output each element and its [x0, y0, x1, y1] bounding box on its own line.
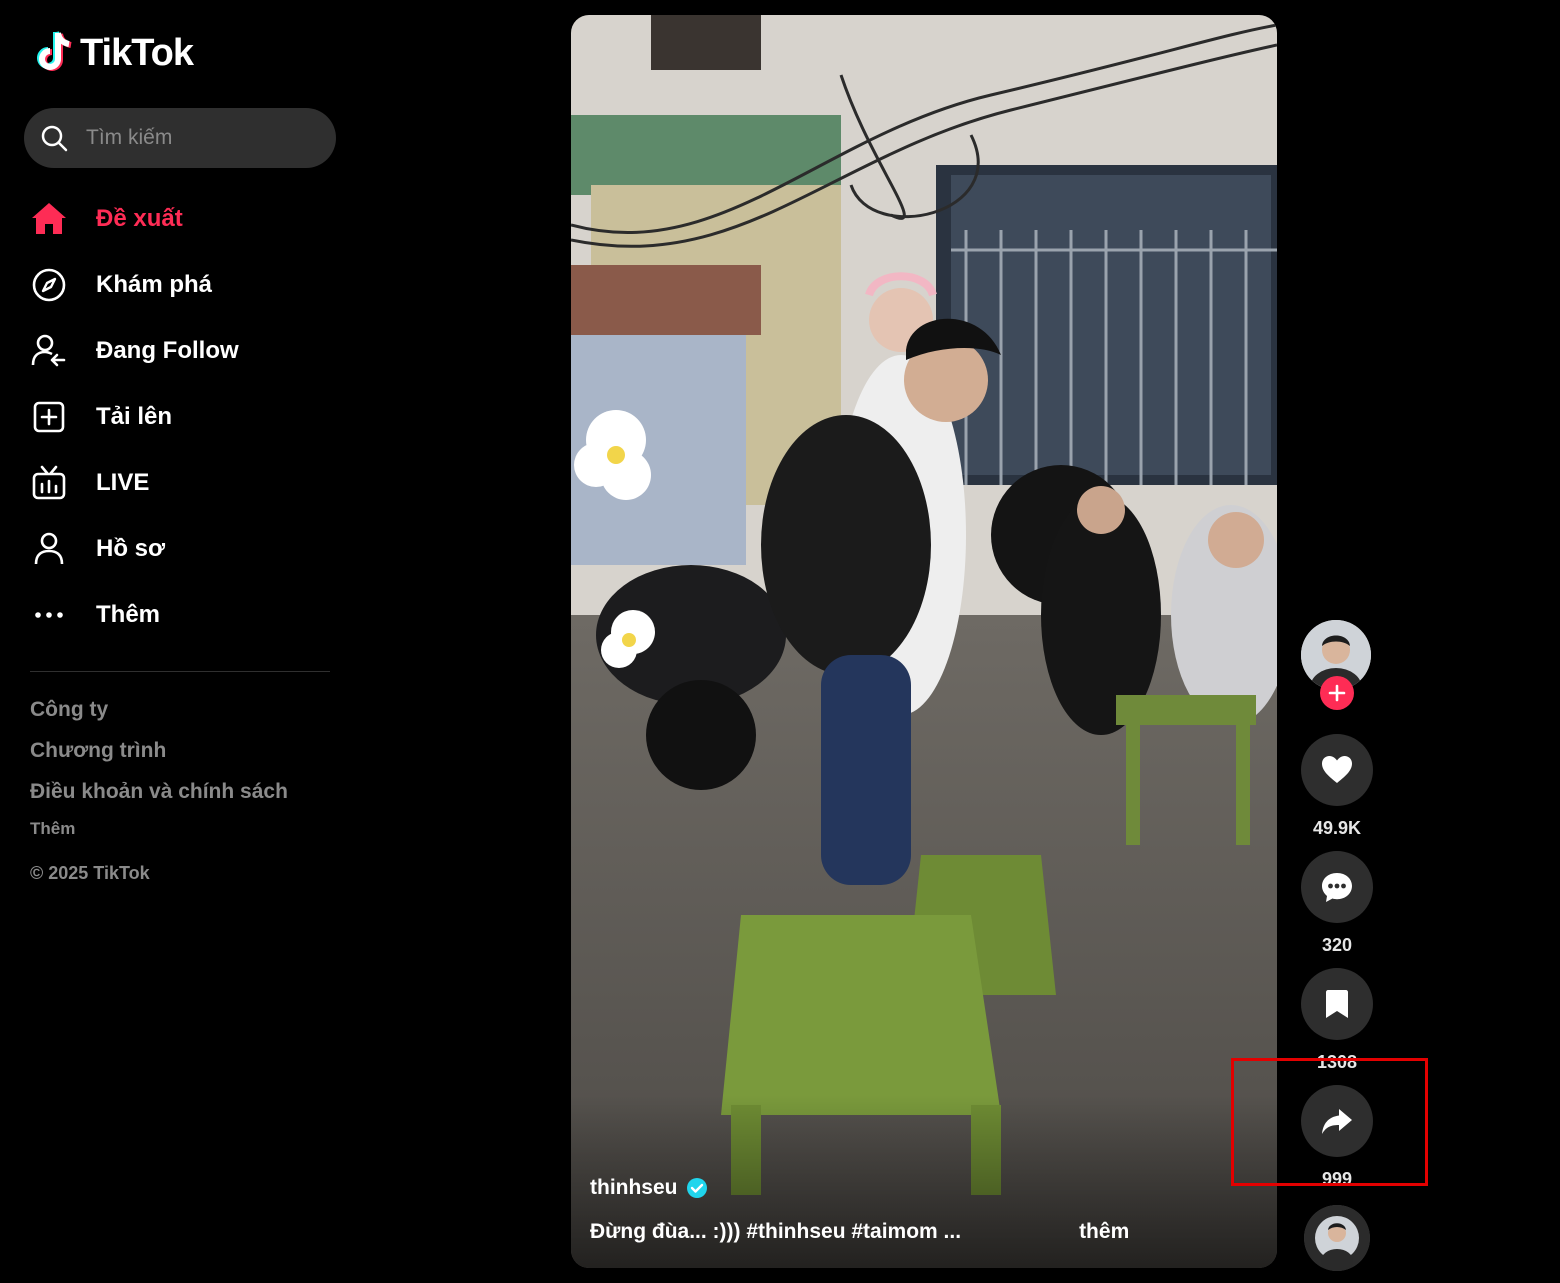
- nav-item-recommended[interactable]: Đề xuất: [30, 186, 340, 252]
- save-count: 1308: [1316, 1052, 1358, 1072]
- search-input[interactable]: [84, 125, 318, 151]
- nav-label: Thêm: [96, 601, 161, 628]
- follow-button[interactable]: [1320, 676, 1354, 710]
- nav-item-upload[interactable]: Tải lên: [30, 384, 340, 450]
- upload-icon: [30, 397, 78, 437]
- music-disc[interactable]: [1304, 1205, 1370, 1271]
- copyright: © 2025 TikTok: [30, 863, 150, 883]
- home-icon: [30, 199, 78, 239]
- tiktok-page: TikTok Đề xuất Khám phá: [0, 0, 1560, 1283]
- comment-count: 320: [1321, 935, 1353, 955]
- nav-item-explore[interactable]: Khám phá: [30, 252, 340, 318]
- compass-icon: [30, 265, 78, 305]
- footer-link-terms[interactable]: Điều khoản và chính sách: [30, 780, 288, 804]
- nav-item-live[interactable]: LIVE: [30, 450, 340, 516]
- like-button[interactable]: [1301, 734, 1373, 806]
- live-tv-icon: [30, 463, 78, 503]
- creator-avatar-wrap: [1301, 620, 1373, 710]
- nav-item-more[interactable]: Thêm: [30, 582, 340, 648]
- save-button[interactable]: [1301, 968, 1373, 1040]
- main-nav: Đề xuất Khám phá Đang Follow Tải lên LIV…: [30, 186, 340, 648]
- video-frame: [571, 15, 1277, 1268]
- plus-icon: [1328, 684, 1346, 702]
- share-button[interactable]: [1301, 1085, 1373, 1157]
- following-icon: [30, 331, 78, 371]
- like-count: 49.9K: [1312, 818, 1362, 838]
- verified-badge-icon: [686, 1178, 707, 1198]
- nav-label: LIVE: [96, 469, 150, 496]
- sidebar-divider: [30, 671, 330, 672]
- footer-link-company[interactable]: Công ty: [30, 698, 288, 722]
- more-dots-icon: [30, 595, 78, 635]
- video-caption: thinhseu Đừng đùa... :))) #thinhseu #tai…: [590, 1176, 1260, 1244]
- profile-icon: [30, 529, 78, 569]
- nav-label: Đề xuất: [96, 205, 183, 232]
- tiktok-logo-icon: [37, 31, 72, 71]
- description-row: Đừng đùa... :))) #thinhseu #taimom ... t…: [590, 1220, 1260, 1244]
- heart-icon: [1322, 756, 1352, 783]
- nav-label: Tải lên: [96, 403, 173, 430]
- share-arrow-icon: [1322, 1109, 1352, 1134]
- footer-link-program[interactable]: Chương trình: [30, 739, 288, 763]
- action-bar: 49.9K 320 1308 999: [1300, 620, 1374, 1191]
- nav-label: Khám phá: [96, 271, 213, 298]
- share-action: 999: [1300, 1085, 1374, 1191]
- footer-more-link[interactable]: Thêm: [30, 819, 288, 839]
- search-icon: [41, 125, 68, 152]
- nav-label: Hồ sơ: [96, 535, 166, 562]
- author-name[interactable]: thinhseu: [590, 1176, 678, 1200]
- logo-wordmark: TikTok: [80, 31, 194, 74]
- video-description: Đừng đùa... :))) #thinhseu #taimom ...: [590, 1220, 962, 1243]
- nav-label: Đang Follow: [96, 337, 239, 364]
- video-player[interactable]: thinhseu Đừng đùa... :))) #thinhseu #tai…: [571, 15, 1277, 1268]
- share-count: 999: [1321, 1169, 1353, 1189]
- save-action: 1308: [1300, 968, 1374, 1074]
- bookmark-icon: [1326, 990, 1348, 1018]
- author-row: thinhseu: [590, 1176, 1260, 1200]
- sidebar-footer: Công ty Chương trình Điều khoản và chính…: [30, 698, 288, 884]
- description-more-link[interactable]: thêm: [1079, 1220, 1129, 1244]
- comment-action: 320: [1300, 851, 1374, 957]
- search-box[interactable]: [24, 108, 336, 168]
- like-action: 49.9K: [1300, 734, 1374, 840]
- nav-item-profile[interactable]: Hồ sơ: [30, 516, 340, 582]
- comment-button[interactable]: [1301, 851, 1373, 923]
- nav-item-following[interactable]: Đang Follow: [30, 318, 340, 384]
- comment-bubble-icon: [1322, 873, 1352, 902]
- sidebar: TikTok Đề xuất Khám phá: [0, 0, 360, 1283]
- tiktok-logo[interactable]: TikTok: [34, 30, 194, 76]
- music-disc-image: [1304, 1205, 1370, 1271]
